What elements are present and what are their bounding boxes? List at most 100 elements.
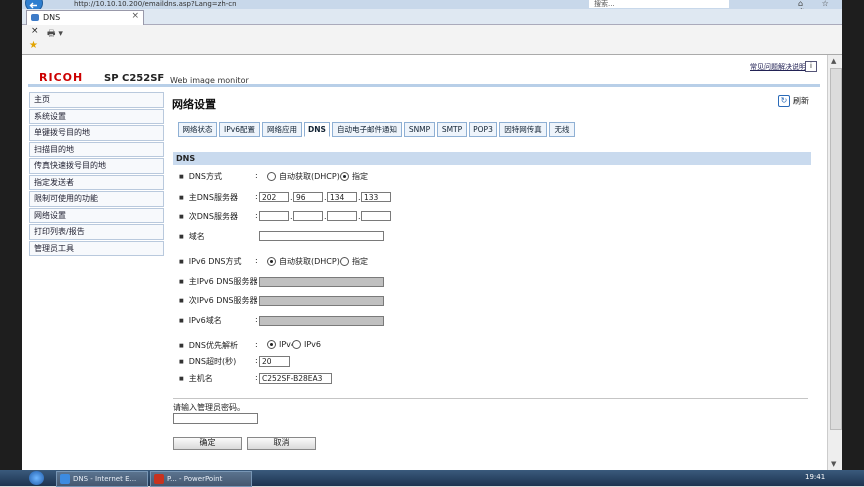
printer-model: SP C252SF [104,73,165,84]
tab-snmp[interactable]: SNMP [404,122,435,137]
sidebar-item-one-touch-dest[interactable]: 单键拨号目的地 [29,125,164,141]
dns-method-dhcp-label: 自动获取(DHCP) [279,172,340,181]
search-input[interactable]: 搜索... [589,0,729,8]
hostname-input[interactable]: C252SF-B28EA3 [259,373,332,384]
taskbar-item-ie[interactable]: DNS - Internet E... [56,471,148,487]
tab-network-apps[interactable]: 网络应用 [262,122,302,137]
taskbar-item-powerpoint[interactable]: P... - PowerPoint [150,471,252,487]
taskbar: DNS - Internet E... P... - PowerPoint 19… [0,470,864,487]
primary-dns-label: 主DNS服务器 [179,192,238,203]
colon: : [255,211,258,220]
ipv6-dns-manual-radio[interactable]: 指定 [340,256,368,267]
browser-window: http://10.10.10.200/emaildns.asp?Lang=zh… [22,0,842,470]
tab-auto-email[interactable]: 自动电子邮件通知 [332,122,402,137]
radio-unchecked[interactable] [340,257,349,266]
tab-dns[interactable]: DNS [304,122,330,137]
dns-method-manual-label: 指定 [352,172,368,181]
colon: : [255,373,258,382]
sidebar-item-sender[interactable]: 指定发送者 [29,174,164,190]
header-divider [28,84,820,87]
ipv6-secondary-dns-label: 次IPv6 DNS服务器 [179,295,258,306]
ipv6-primary-dns-input[interactable] [259,277,384,287]
ipv6-dns-dhcp-radio[interactable]: 自动获取(DHCP) [267,256,340,267]
vertical-scrollbar[interactable]: ▲ ▼ [827,55,842,470]
sidebar-item-home[interactable]: 主页 [29,92,164,108]
favorites-star-icon[interactable]: ★ [29,40,38,51]
browser-tab[interactable]: DNS × [26,10,144,25]
arrow-left-icon [29,2,37,9]
admin-password-input[interactable] [173,413,258,424]
ipv6-dns-dhcp-label: 自动获取(DHCP) [279,257,340,266]
primary-dns-octet-4[interactable]: 133 [361,192,391,202]
radio-checked[interactable] [267,257,276,266]
browser-tab-title: DNS [43,13,61,22]
sidebar-item-scan-dest[interactable]: 扫描目的地 [29,141,164,157]
colon: : [255,171,258,180]
sidebar-item-network-settings[interactable]: 网络设置 [29,207,164,223]
taskbar-clock: 19:41 [805,473,826,481]
start-button-icon[interactable] [29,471,44,485]
favorites-bar: ★ [22,39,842,55]
ipv6-primary-dns-label: 主IPv6 DNS服务器 [179,276,258,287]
tab-smtp[interactable]: SMTP [437,122,467,137]
browser-tab-row: DNS × [22,9,842,25]
dns-priority-ipv6-label: IPv6 [304,340,322,349]
secondary-dns-octet-2[interactable] [293,211,323,221]
dns-timeout-input[interactable]: 20 [259,356,290,367]
tab-network-status[interactable]: 网络状态 [178,122,217,137]
dns-method-manual-radio[interactable]: 指定 [340,171,368,182]
command-bar: × 🖶 ▾ [22,25,842,39]
scroll-up-icon[interactable]: ▲ [831,57,836,65]
sidebar-item-print-lists[interactable]: 打印列表/报告 [29,224,164,240]
colon: : [255,356,258,365]
secondary-dns-label: 次DNS服务器 [179,211,238,222]
radio-unchecked[interactable] [267,172,276,181]
taskbar-item-ie-label: DNS - Internet E... [73,475,137,483]
ipv6-domain-label: IPv6域名 [179,315,222,326]
help-icon[interactable]: i [805,61,817,72]
sidebar-item-admin-tools[interactable]: 管理员工具 [29,240,164,256]
close-icon[interactable]: × [131,11,139,21]
secondary-dns-octet-3[interactable] [327,211,357,221]
page-title: 网络设置 [172,98,216,111]
tab-wireless[interactable]: 无线 [549,122,575,137]
radio-checked[interactable] [340,172,349,181]
dns-method-dhcp-radio[interactable]: 自动获取(DHCP) [267,171,340,182]
page-icon [31,14,39,21]
ie-icon [60,474,70,484]
primary-dns-octet-3[interactable]: 134 [327,192,357,202]
refresh-button[interactable]: ↻ 刷新 [778,95,809,107]
dns-priority-label: DNS优先解析 [179,340,238,351]
address-bar[interactable]: http://10.10.10.200/emaildns.asp?Lang=zh… [74,0,237,8]
colon: : [255,192,258,201]
colon: : [255,295,258,304]
help-link[interactable]: 常见问题解决说明 [750,62,806,72]
sidebar-item-restrict-functions[interactable]: 限制可使用的功能 [29,191,164,207]
ok-button[interactable]: 确定 [173,437,242,450]
colon: : [255,340,258,349]
secondary-dns-octet-4[interactable] [361,211,391,221]
secondary-dns-octet-1[interactable] [259,211,289,221]
cancel-button[interactable]: 取消 [247,437,316,450]
domain-input[interactable] [259,231,384,241]
radio-checked[interactable] [267,340,276,349]
primary-dns-octet-2[interactable]: 96 [293,192,323,202]
ipv6-dns-manual-label: 指定 [352,257,368,266]
web-page: RICOH SP C252SF Web image monitor 常见问题解决… [22,55,827,470]
primary-dns-octet-1[interactable]: 202 [259,192,289,202]
sidebar-item-system-settings[interactable]: 系统设置 [29,108,164,124]
tab-pop3[interactable]: POP3 [469,122,497,137]
scroll-down-icon[interactable]: ▼ [831,460,836,468]
password-prompt: 请输入管理员密码。 [173,403,245,412]
tab-ipv6-config[interactable]: IPv6配置 [219,122,260,137]
radio-unchecked[interactable] [292,340,301,349]
tab-internet-fax[interactable]: 因特网传真 [499,122,547,137]
section-title: DNS [173,152,811,165]
dns-priority-ipv6-radio[interactable]: IPv6 [292,340,321,349]
ipv6-secondary-dns-input[interactable] [259,296,384,306]
ipv6-domain-input[interactable] [259,316,384,326]
scroll-thumb[interactable] [830,68,842,430]
refresh-icon: ↻ [778,95,790,107]
sidebar-item-fax-speed-dial[interactable]: 传真快速拨号目的地 [29,158,164,174]
close-icon[interactable]: × [31,26,39,36]
